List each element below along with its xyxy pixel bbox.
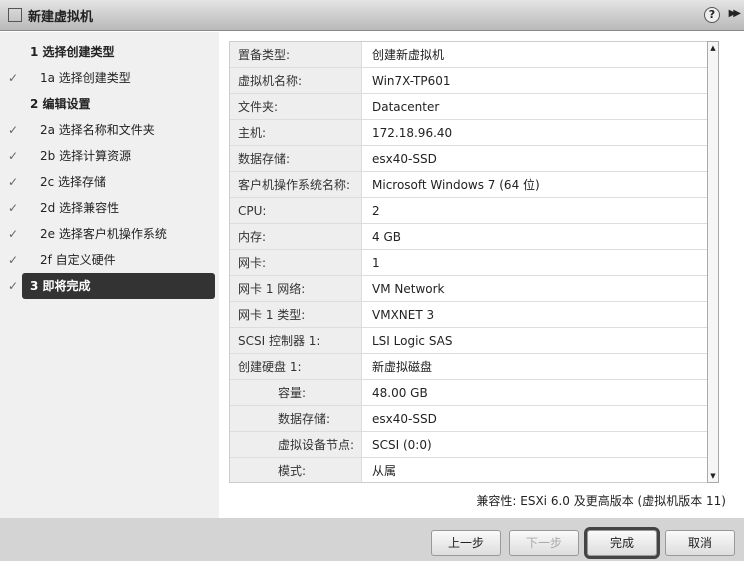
compatibility-text: 兼容性: ESXi 6.0 及更高版本 (虚拟机版本 11) (476, 494, 726, 508)
table-row: 内存: 4 GB (230, 224, 716, 250)
new-vm-icon (8, 8, 22, 22)
wizard-step[interactable]: ✓ 2d 选择兼容性 (0, 195, 219, 221)
table-row: 容量: 48.00 GB (230, 380, 716, 406)
step-label: 2e 选择客户机操作系统 (40, 227, 167, 241)
table-row: 主机: 172.18.96.40 (230, 120, 716, 146)
expand-icon[interactable]: ▶▶ (729, 8, 742, 19)
check-icon: ✓ (8, 149, 19, 163)
row-key: 网卡: (230, 250, 362, 275)
row-value: LSI Logic SAS (372, 334, 453, 348)
row-value: SCSI (0:0) (372, 438, 432, 452)
step-label: 3 即将完成 (30, 279, 91, 293)
finish-button[interactable]: 完成 (584, 527, 660, 559)
scroll-down-icon[interactable]: ▼ (708, 470, 718, 482)
help-icon[interactable]: ? (704, 7, 720, 23)
row-key: CPU: (230, 198, 362, 223)
row-value: 4 GB (372, 230, 401, 244)
row-value: 新虚拟磁盘 (372, 360, 433, 374)
step-label: 2b 选择计算资源 (40, 149, 132, 163)
row-key: 虚拟机名称: (230, 68, 362, 93)
row-value: esx40-SSD (372, 152, 437, 166)
step-label: 2f 自定义硬件 (40, 253, 116, 267)
row-value: 48.00 GB (372, 386, 428, 400)
wizard-steps: 1 选择创建类型 ✓ 1a 选择创建类型 2 编辑设置 ✓ 2a 选择名称和文件夹 ✓ 2b … (0, 32, 219, 518)
row-key: 数据存储: (230, 406, 362, 431)
wizard-step[interactable]: ✓ 3 即将完成 (8, 273, 215, 299)
table-row: 创建硬盘 1: 新虚拟磁盘 (230, 354, 716, 380)
table-row: 模式: 从属 (230, 458, 716, 482)
wizard-step[interactable]: ✓ 1a 选择创建类型 (0, 65, 219, 91)
step-label: 1 选择创建类型 (30, 45, 115, 59)
next-button[interactable]: 下一步 (509, 530, 579, 556)
step-label: 2d 选择兼容性 (40, 201, 120, 215)
row-value: Microsoft Windows 7 (64 位) (372, 178, 540, 192)
row-key: 文件夹: (230, 94, 362, 119)
wizard-step[interactable]: ✓ 2f 自定义硬件 (0, 247, 219, 273)
table-row: 文件夹: Datacenter (230, 94, 716, 120)
step-label: 2a 选择名称和文件夹 (40, 123, 155, 137)
table-row: CPU: 2 (230, 198, 716, 224)
check-icon: ✓ (8, 123, 19, 137)
row-key: 模式: (230, 458, 362, 482)
table-row: 网卡 1 网络: VM Network (230, 276, 716, 302)
footer: 上一步 下一步 完成 取消 (0, 518, 744, 561)
table-row: 数据存储: esx40-SSD (230, 146, 716, 172)
wizard-step[interactable]: ✓ 2e 选择客户机操作系统 (0, 221, 219, 247)
table-row: SCSI 控制器 1: LSI Logic SAS (230, 328, 716, 354)
row-value: VMXNET 3 (372, 308, 435, 322)
check-icon: ✓ (8, 175, 19, 189)
row-value: 2 (372, 204, 380, 218)
table-row: 数据存储: esx40-SSD (230, 406, 716, 432)
check-icon: ✓ (8, 227, 19, 241)
cancel-button[interactable]: 取消 (665, 530, 735, 556)
row-key: 创建硬盘 1: (230, 354, 362, 379)
step-label: 2 编辑设置 (30, 97, 91, 111)
row-key: 网卡 1 网络: (230, 276, 362, 301)
table-row: 虚拟机名称: Win7X-TP601 (230, 68, 716, 94)
row-value: 1 (372, 256, 380, 270)
back-button[interactable]: 上一步 (431, 530, 501, 556)
row-key: SCSI 控制器 1: (230, 328, 362, 353)
row-value: Datacenter (372, 100, 440, 114)
row-key: 容量: (230, 380, 362, 405)
row-value: 创建新虚拟机 (372, 48, 445, 62)
step-label: 1a 选择创建类型 (40, 71, 131, 85)
summary-panel: 置备类型: 创建新虚拟机 虚拟机名称: Win7X-TP601 文件夹: Datacent… (219, 32, 744, 518)
wizard-step[interactable]: ✓ 2a 选择名称和文件夹 (0, 117, 219, 143)
row-key: 内存: (230, 224, 362, 249)
row-value: 从属 (372, 464, 397, 478)
row-key: 主机: (230, 120, 362, 145)
row-key: 数据存储: (230, 146, 362, 171)
row-key: 虚拟设备节点: (230, 432, 362, 457)
wizard-step[interactable]: ✓ 2b 选择计算资源 (0, 143, 219, 169)
table-row: 客户机操作系统名称: Microsoft Windows 7 (64 位) (230, 172, 716, 198)
scroll-up-icon[interactable]: ▲ (708, 42, 718, 54)
wizard-step[interactable]: ✓ 2c 选择存储 (0, 169, 219, 195)
scrollbar[interactable]: ▲ ▼ (707, 41, 719, 483)
check-icon: ✓ (8, 201, 19, 215)
row-value: 172.18.96.40 (372, 126, 453, 140)
wizard-step[interactable]: 1 选择创建类型 (0, 39, 219, 65)
window-title: 新建虚拟机 (28, 9, 94, 25)
row-value: VM Network (372, 282, 445, 296)
row-key: 网卡 1 类型: (230, 302, 362, 327)
wizard-step[interactable]: 2 编辑设置 (0, 91, 219, 117)
table-row: 网卡: 1 (230, 250, 716, 276)
row-value: esx40-SSD (372, 412, 437, 426)
table-row: 网卡 1 类型: VMXNET 3 (230, 302, 716, 328)
row-key: 置备类型: (230, 42, 362, 67)
check-icon: ✓ (8, 71, 19, 85)
check-icon: ✓ (8, 279, 19, 293)
step-label: 2c 选择存储 (40, 175, 107, 189)
row-key: 客户机操作系统名称: (230, 172, 362, 197)
table-row: 虚拟设备节点: SCSI (0:0) (230, 432, 716, 458)
summary-table: 置备类型: 创建新虚拟机 虚拟机名称: Win7X-TP601 文件夹: Datacent… (229, 41, 717, 483)
table-row: 置备类型: 创建新虚拟机 (230, 42, 716, 68)
check-icon: ✓ (8, 253, 19, 267)
title-bar: 新建虚拟机 ? ▶▶ (0, 0, 744, 31)
row-value: Win7X-TP601 (372, 74, 451, 88)
